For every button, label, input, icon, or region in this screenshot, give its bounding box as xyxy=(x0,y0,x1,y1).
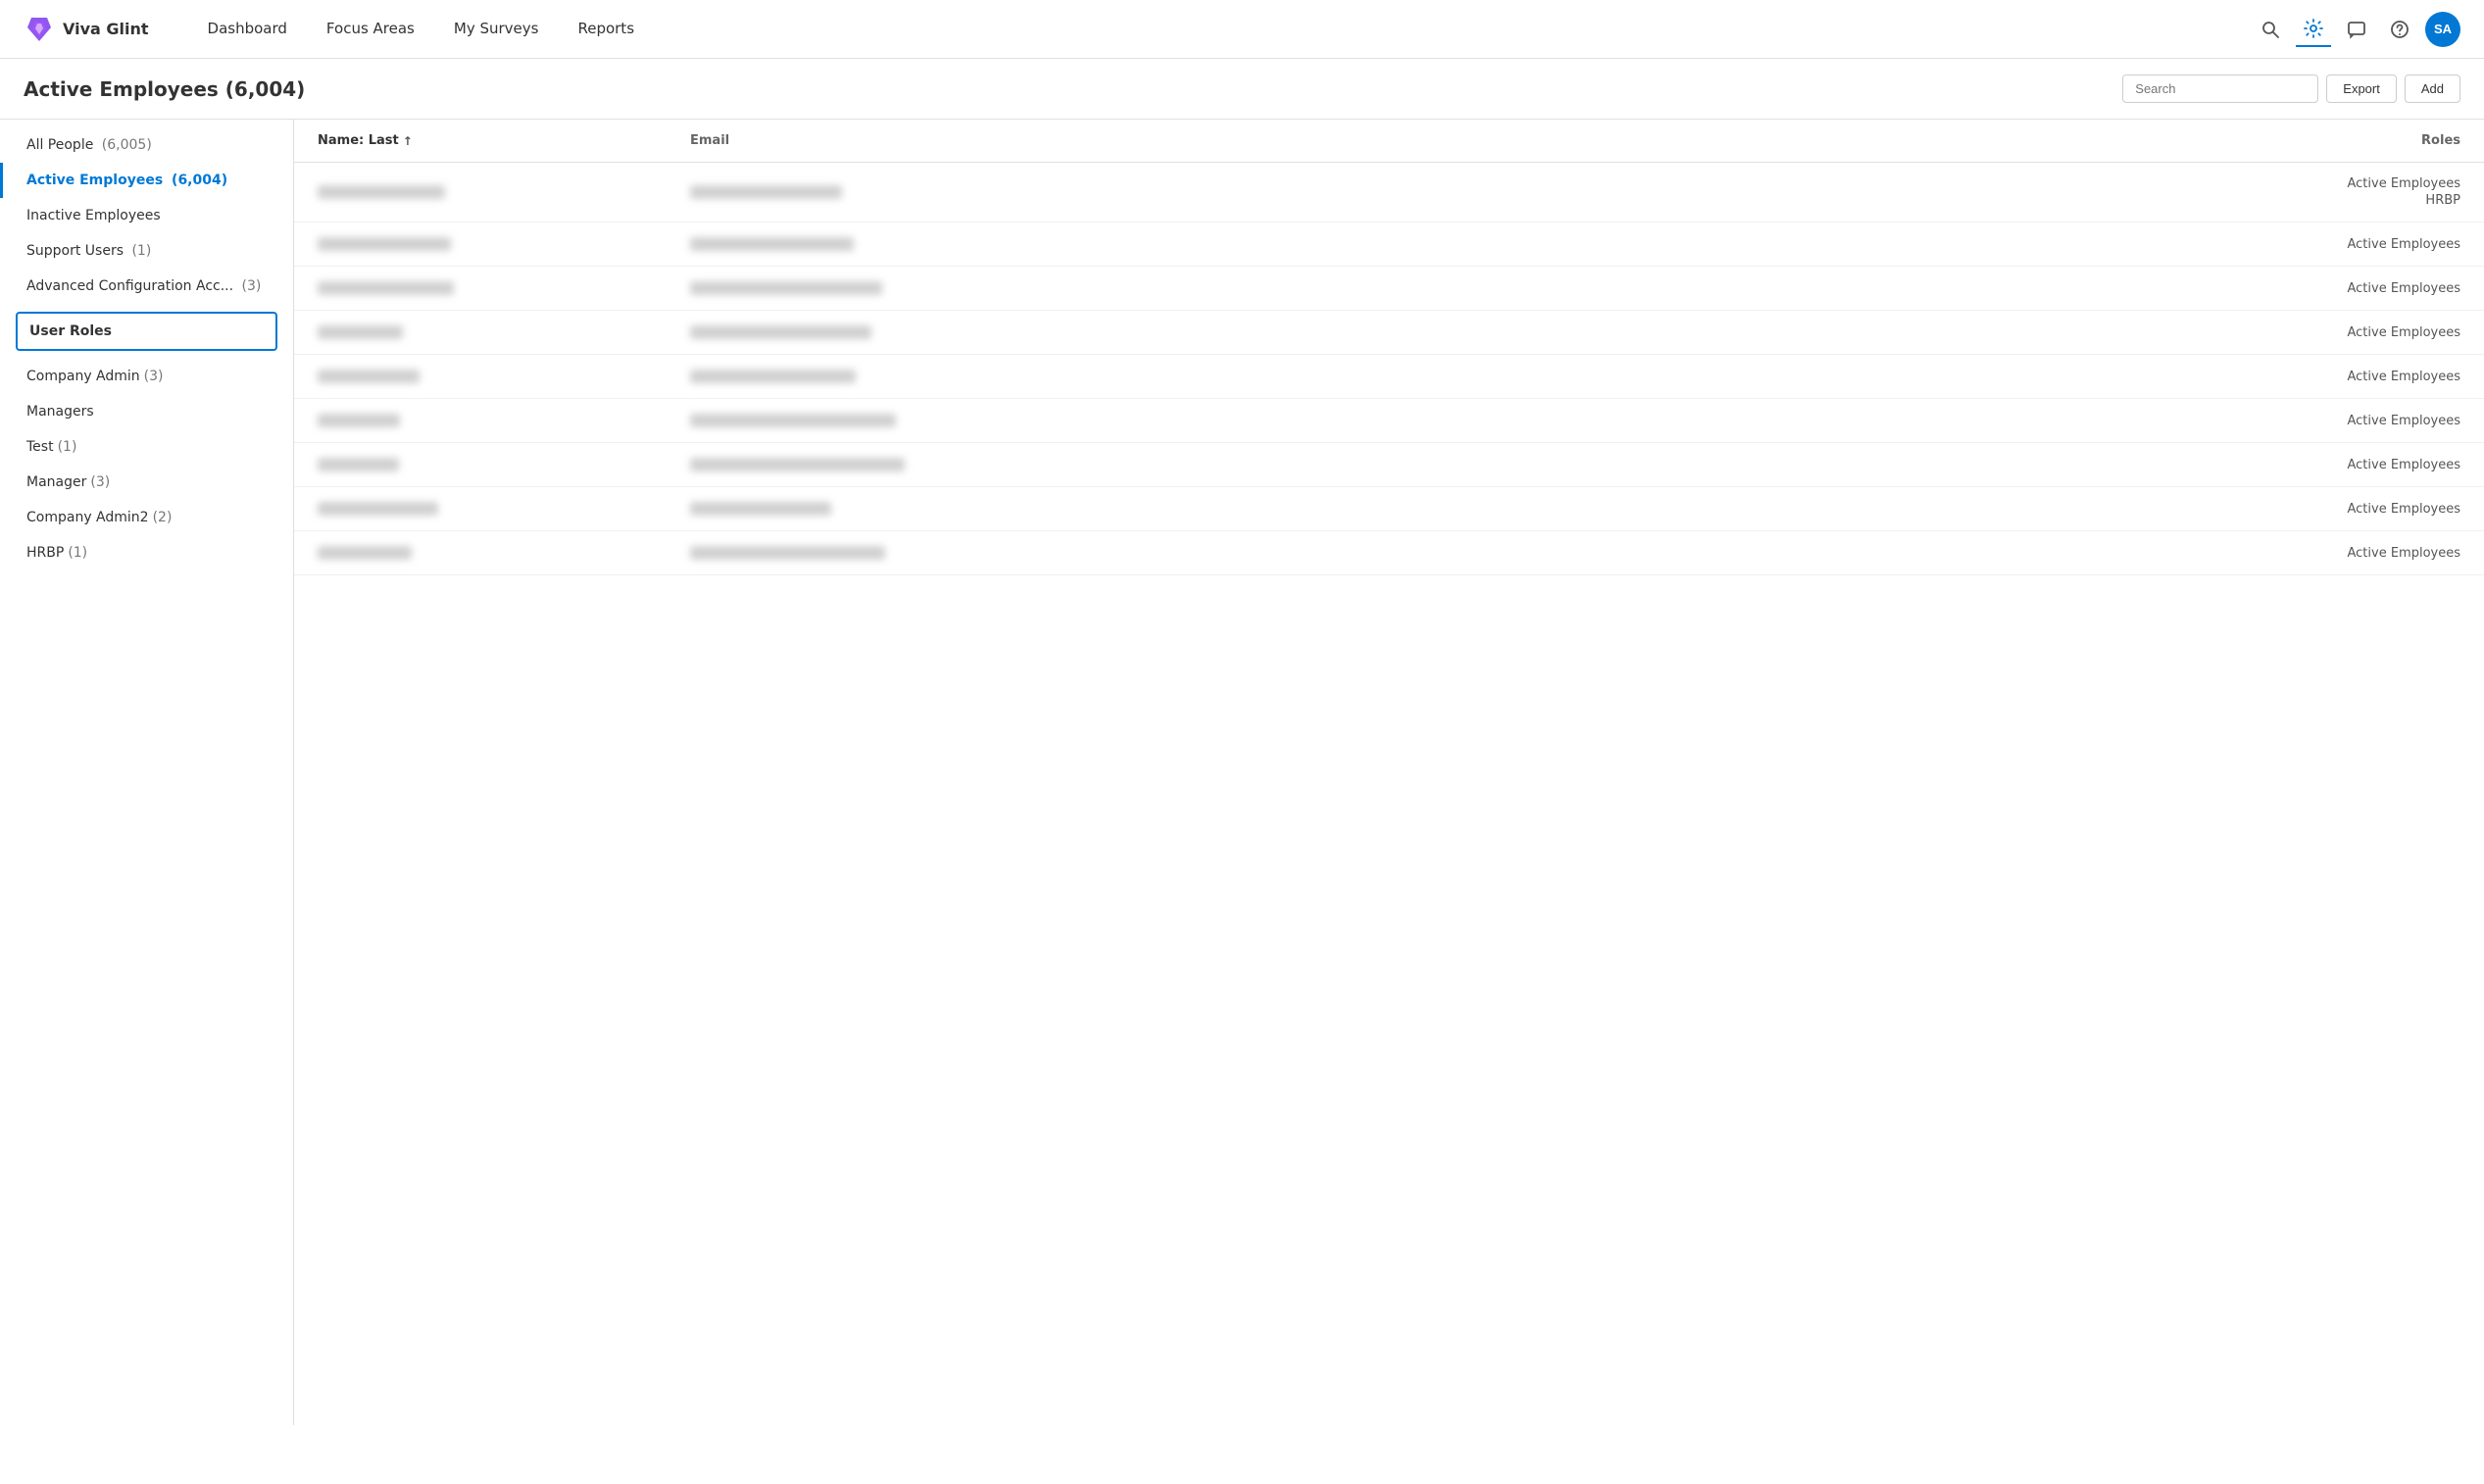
sidebar-item-active-employees[interactable]: Active Employees (6,004) xyxy=(0,163,293,198)
sidebar-item-role[interactable]: HRBP(1) xyxy=(0,535,293,570)
chat-icon xyxy=(2347,20,2366,39)
page-header: Active Employees (6,004) Export Add xyxy=(0,59,2484,120)
cell-name xyxy=(318,236,690,252)
cell-roles: Active Employees xyxy=(2186,325,2460,340)
sidebar-item-role[interactable]: Company Admin2(2) xyxy=(0,500,293,535)
cell-name xyxy=(318,324,690,340)
cell-name xyxy=(318,280,690,296)
cell-roles: Active EmployeesHRBP xyxy=(2186,176,2460,208)
search-button[interactable] xyxy=(2253,12,2288,47)
sidebar-item-support-users[interactable]: Support Users (1) xyxy=(0,233,293,269)
cell-name xyxy=(318,457,690,472)
cell-email xyxy=(690,324,2186,340)
sidebar-item-role[interactable]: Company Admin(3) xyxy=(0,359,293,394)
help-icon xyxy=(2390,20,2409,39)
cell-email xyxy=(690,280,2186,296)
help-button[interactable] xyxy=(2382,12,2417,47)
table-row[interactable]: Active EmployeesHRBP xyxy=(294,163,2484,223)
messages-button[interactable] xyxy=(2339,12,2374,47)
navbar-actions: SA xyxy=(2253,12,2460,47)
table-row[interactable]: Active Employees xyxy=(294,267,2484,311)
role-items: Company Admin(3)ManagersTest(1)Manager(3… xyxy=(0,359,293,570)
col-name-header[interactable]: Name: Last ↑ xyxy=(318,133,690,148)
sidebar-item-inactive-employees[interactable]: Inactive Employees xyxy=(0,198,293,233)
cell-roles: Active Employees xyxy=(2186,502,2460,517)
nav-item-dashboard[interactable]: Dashboard xyxy=(188,0,307,59)
cell-roles: Active Employees xyxy=(2186,414,2460,428)
table-row[interactable]: Active Employees xyxy=(294,355,2484,399)
nav-item-reports[interactable]: Reports xyxy=(558,0,654,59)
header-actions: Export Add xyxy=(2122,74,2460,103)
search-icon xyxy=(2260,20,2280,39)
page-title: Active Employees (6,004) xyxy=(24,77,2107,101)
table-row[interactable]: Active Employees xyxy=(294,443,2484,487)
app-title: Viva Glint xyxy=(63,20,149,38)
nav-item-my-surveys[interactable]: My Surveys xyxy=(434,0,559,59)
table-row[interactable]: Active Employees xyxy=(294,487,2484,531)
viva-glint-logo-icon xyxy=(24,14,55,45)
col-email-header[interactable]: Email xyxy=(690,133,2186,148)
user-avatar-button[interactable]: SA xyxy=(2425,12,2460,47)
cell-name xyxy=(318,545,690,561)
nav-menu: Dashboard Focus Areas My Surveys Reports xyxy=(188,0,2253,58)
cell-name xyxy=(318,369,690,384)
main-content: Name: Last ↑ Email Roles xyxy=(294,120,2484,1425)
col-roles-header[interactable]: Roles xyxy=(2186,133,2460,148)
table-row[interactable]: Active Employees xyxy=(294,399,2484,443)
content-area: All People (6,005) Active Employees (6,0… xyxy=(0,120,2484,1425)
cell-name xyxy=(318,184,690,200)
cell-email xyxy=(690,545,2186,561)
sort-arrow-icon: ↑ xyxy=(403,134,413,148)
sidebar-item-all-people[interactable]: All People (6,005) xyxy=(0,127,293,163)
table-row[interactable]: Active Employees xyxy=(294,311,2484,355)
sidebar-item-role[interactable]: Managers xyxy=(0,394,293,429)
cell-email xyxy=(690,501,2186,517)
cell-roles: Active Employees xyxy=(2186,281,2460,296)
sidebar-item-role[interactable]: Manager(3) xyxy=(0,465,293,500)
cell-roles: Active Employees xyxy=(2186,370,2460,384)
cell-email xyxy=(690,413,2186,428)
cell-roles: Active Employees xyxy=(2186,546,2460,561)
settings-button[interactable] xyxy=(2296,12,2331,47)
export-button[interactable]: Export xyxy=(2326,74,2397,103)
cell-name xyxy=(318,413,690,428)
nav-item-focus-areas[interactable]: Focus Areas xyxy=(307,0,434,59)
gear-icon xyxy=(2303,18,2324,39)
cell-roles: Active Employees xyxy=(2186,237,2460,252)
page-container: Active Employees (6,004) Export Add All … xyxy=(0,59,2484,1425)
cell-email xyxy=(690,457,2186,472)
cell-email xyxy=(690,236,2186,252)
sidebar-item-role[interactable]: Test(1) xyxy=(0,429,293,465)
table-row[interactable]: Active Employees xyxy=(294,531,2484,575)
sidebar-item-advanced-config[interactable]: Advanced Configuration Acc... (3) xyxy=(0,269,293,304)
add-button[interactable]: Add xyxy=(2405,74,2460,103)
cell-email xyxy=(690,369,2186,384)
sidebar: All People (6,005) Active Employees (6,0… xyxy=(0,120,294,1425)
navbar: Viva Glint Dashboard Focus Areas My Surv… xyxy=(0,0,2484,59)
table-header: Name: Last ↑ Email Roles xyxy=(294,120,2484,163)
table-rows: Active EmployeesHRBP Active Employees xyxy=(294,163,2484,575)
search-input[interactable] xyxy=(2122,74,2318,103)
logo[interactable]: Viva Glint xyxy=(24,14,149,45)
sidebar-item-user-roles[interactable]: User Roles xyxy=(16,312,277,351)
table-container: Name: Last ↑ Email Roles xyxy=(294,120,2484,575)
cell-roles: Active Employees xyxy=(2186,458,2460,472)
cell-email xyxy=(690,184,2186,200)
table-row[interactable]: Active Employees xyxy=(294,223,2484,267)
cell-name xyxy=(318,501,690,517)
